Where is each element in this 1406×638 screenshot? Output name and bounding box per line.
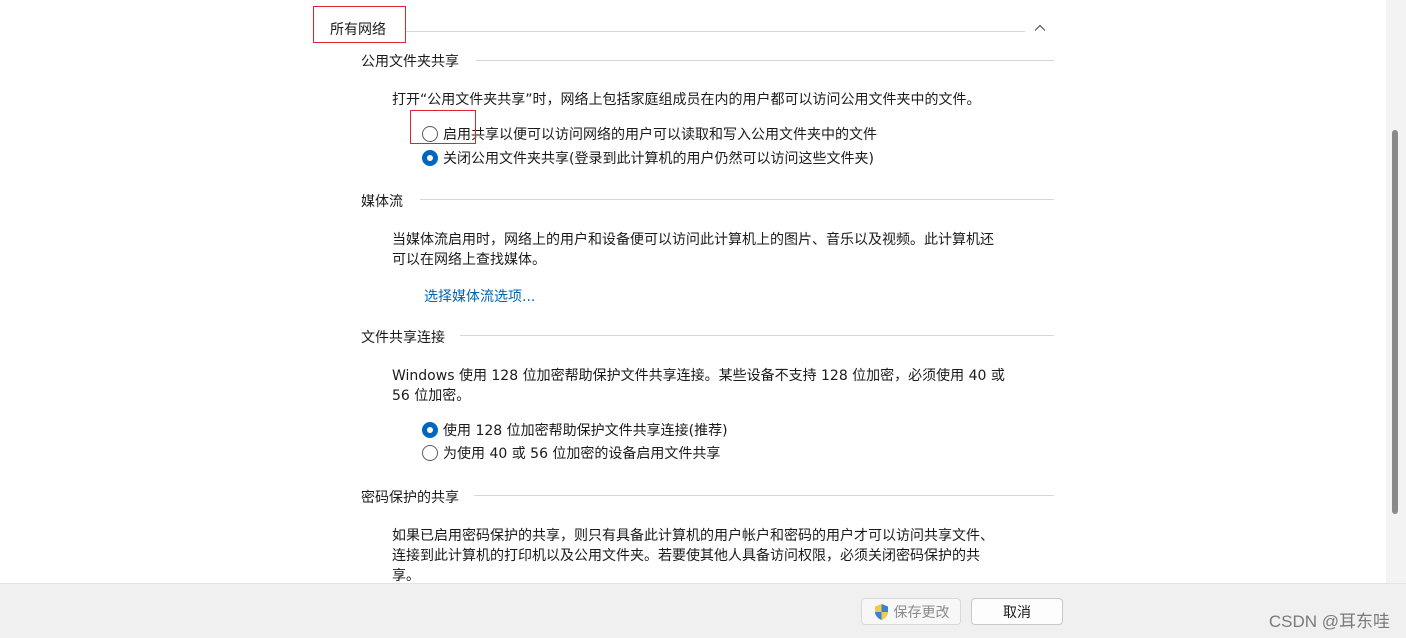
section-divider [476, 60, 1054, 61]
radio-button-checked[interactable] [422, 150, 438, 166]
radio-button-checked[interactable] [422, 422, 438, 438]
password-description-line1: 如果已启用密码保护的共享，则只有具备此计算机的用户帐户和密码的用户才可以访问共享… [392, 528, 994, 544]
section-heading-password: 密码保护的共享 [361, 490, 459, 506]
section-heading-media: 媒体流 [361, 194, 403, 210]
scrollbar-thumb[interactable] [1392, 130, 1398, 514]
radio-button-unchecked[interactable] [422, 445, 438, 461]
file-sharing-description-line2: 56 位加密。 [392, 388, 471, 404]
highlight-box-enable-radio [410, 110, 476, 144]
dialog-footer: 保存更改 取消 CSDN @耳东哇 [0, 583, 1406, 638]
radio-128-bit-encryption[interactable]: 使用 128 位加密帮助保护文件共享连接(推荐) [422, 420, 728, 440]
radio-40-56-bit-encryption[interactable]: 为使用 40 或 56 位加密的设备启用文件共享 [422, 443, 720, 463]
public-folder-description: 打开“公用文件夹共享”时，网络上包括家庭组成员在内的用户都可以访问公用文件夹中的… [392, 92, 981, 108]
save-button-label: 保存更改 [893, 604, 950, 621]
section-divider [420, 199, 1054, 200]
radio-label: 使用 128 位加密帮助保护文件共享连接(推荐) [443, 423, 728, 439]
media-streaming-options-link[interactable]: 选择媒体流选项... [424, 286, 535, 306]
radio-label: 为使用 40 或 56 位加密的设备启用文件共享 [443, 446, 721, 462]
highlight-box-group-title [313, 6, 406, 43]
chevron-up-icon[interactable] [1032, 20, 1048, 36]
password-description-line3: 享。 [392, 568, 420, 583]
vertical-scrollbar[interactable] [1386, 0, 1406, 583]
group-divider [405, 31, 1025, 32]
file-sharing-description-line1: Windows 使用 128 位加密帮助保护文件共享连接。某些设备不支持 128… [392, 368, 1005, 384]
media-description-line2: 可以在网络上查找媒体。 [392, 252, 546, 268]
radio-enable-public-sharing[interactable]: 启用共享以便可以访问网络的用户可以读取和写入公用文件夹中的文件 [422, 124, 877, 144]
section-heading-file-sharing: 文件共享连接 [361, 330, 445, 346]
cancel-button-label: 取消 [1003, 604, 1031, 621]
uac-shield-icon [874, 603, 888, 620]
password-description-line2: 连接到此计算机的打印机以及公用文件夹。若要使其他人具备访问权限，必须关闭密码保护… [392, 548, 980, 564]
advanced-sharing-settings-panel: 所有网络 公用文件夹共享 打开“公用文件夹共享”时，网络上包括家庭组成员在内的用… [0, 0, 1386, 583]
section-divider [460, 335, 1054, 336]
cancel-button[interactable]: 取消 [971, 598, 1063, 625]
section-divider [474, 495, 1054, 496]
all-networks-group-header[interactable]: 所有网络 [312, 8, 1050, 44]
media-description-line1: 当媒体流启用时，网络上的用户和设备便可以访问此计算机上的图片、音乐以及视频。此计… [392, 232, 994, 248]
radio-disable-public-sharing[interactable]: 关闭公用文件夹共享(登录到此计算机的用户仍然可以访问这些文件夹) [422, 148, 874, 168]
save-changes-button[interactable]: 保存更改 [861, 598, 961, 625]
radio-label: 启用共享以便可以访问网络的用户可以读取和写入公用文件夹中的文件 [443, 127, 877, 143]
section-heading-public-folder: 公用文件夹共享 [361, 54, 459, 70]
radio-label: 关闭公用文件夹共享(登录到此计算机的用户仍然可以访问这些文件夹) [443, 151, 874, 167]
csdn-watermark: CSDN @耳东哇 [1268, 612, 1390, 631]
